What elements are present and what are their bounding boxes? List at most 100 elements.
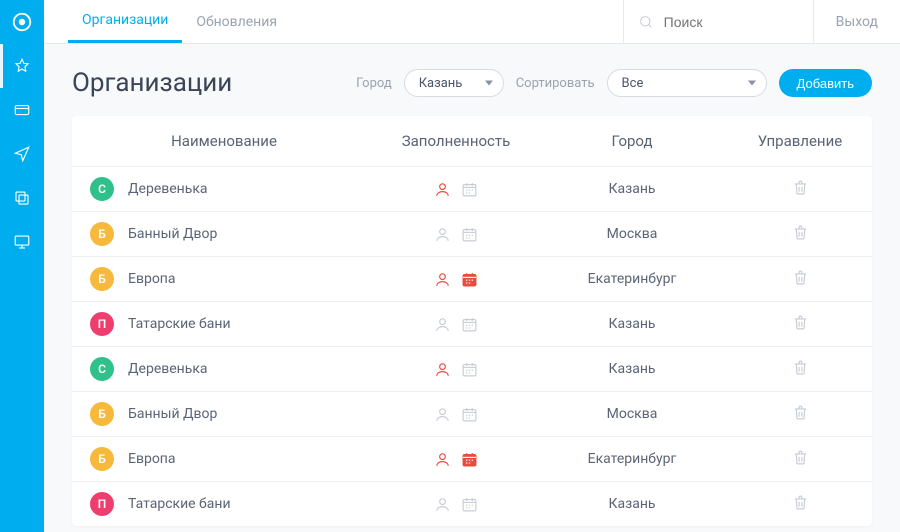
fill-status	[386, 361, 526, 378]
org-badge: Б	[90, 222, 114, 246]
fill-status	[386, 496, 526, 513]
person-icon	[434, 496, 451, 513]
calendar-icon	[461, 451, 478, 468]
org-badge: П	[90, 492, 114, 516]
org-name[interactable]: Европа	[128, 451, 176, 467]
trash-icon	[792, 224, 809, 241]
city-select[interactable]: Казань	[404, 69, 504, 97]
sidebar-item-star[interactable]	[0, 44, 44, 88]
fill-status	[386, 451, 526, 468]
person-icon	[434, 181, 451, 198]
table-row: Б Европа Екатеринбург	[72, 437, 872, 482]
card-icon	[13, 101, 31, 119]
org-badge: П	[90, 312, 114, 336]
table-row: С Деревенька Казань	[72, 347, 872, 392]
person-icon	[434, 271, 451, 288]
org-city: Казань	[536, 347, 728, 392]
fill-status	[386, 316, 526, 333]
organizations-table: Наименование Заполненность Город Управле…	[72, 116, 872, 526]
org-city: Москва	[536, 212, 728, 257]
main-content: Организации Обновления Выход Организации…	[44, 0, 900, 532]
copy-icon	[13, 189, 31, 207]
table-header-actions: Управление	[728, 116, 872, 167]
person-icon	[434, 451, 451, 468]
page-header: Организации Город Казань Сортировать Все…	[44, 44, 900, 116]
table-header-city: Город	[536, 116, 728, 167]
org-city: Екатеринбург	[536, 257, 728, 302]
fill-status	[386, 406, 526, 423]
delete-button[interactable]	[792, 319, 809, 335]
person-icon	[434, 316, 451, 333]
delete-button[interactable]	[792, 409, 809, 425]
fill-status	[386, 181, 526, 198]
sidebar	[0, 0, 44, 532]
logout-button[interactable]: Выход	[813, 0, 900, 43]
org-name[interactable]: Деревенька	[128, 181, 208, 197]
person-icon	[434, 361, 451, 378]
add-button[interactable]: Добавить	[779, 69, 872, 97]
trash-icon	[792, 179, 809, 196]
table-row: П Татарские бани Казань	[72, 482, 872, 527]
org-city: Казань	[536, 167, 728, 212]
city-filter-label: Город	[356, 76, 392, 91]
sort-select[interactable]: Все	[607, 69, 767, 97]
app-logo	[0, 0, 44, 44]
sidebar-item-copy[interactable]	[0, 176, 44, 220]
trash-icon	[792, 269, 809, 286]
tab-organizations[interactable]: Организации	[68, 0, 182, 43]
org-name[interactable]: Татарские бани	[128, 316, 231, 332]
org-city: Екатеринбург	[536, 437, 728, 482]
fill-status	[386, 271, 526, 288]
table-row: Б Банный Двор Москва	[72, 392, 872, 437]
table-card: Наименование Заполненность Город Управле…	[72, 116, 872, 526]
search-input[interactable]	[664, 14, 784, 30]
org-badge: С	[90, 177, 114, 201]
fill-status	[386, 226, 526, 243]
trash-icon	[792, 494, 809, 511]
trash-icon	[792, 314, 809, 331]
delete-button[interactable]	[792, 229, 809, 245]
delete-button[interactable]	[792, 184, 809, 200]
trash-icon	[792, 359, 809, 376]
org-badge: С	[90, 357, 114, 381]
table-row: Б Европа Екатеринбург	[72, 257, 872, 302]
monitor-icon	[13, 233, 31, 251]
table-row: П Татарские бани Казань	[72, 302, 872, 347]
tab-updates[interactable]: Обновления	[182, 0, 291, 43]
person-icon	[434, 226, 451, 243]
org-badge: Б	[90, 402, 114, 426]
page-title: Организации	[72, 68, 232, 98]
calendar-icon	[461, 271, 478, 288]
org-name[interactable]: Европа	[128, 271, 176, 287]
sidebar-item-card[interactable]	[0, 88, 44, 132]
star-icon	[13, 57, 31, 75]
search-icon	[638, 14, 654, 30]
send-icon	[13, 145, 31, 163]
org-badge: Б	[90, 267, 114, 291]
org-name[interactable]: Банный Двор	[128, 406, 217, 422]
sidebar-item-send[interactable]	[0, 132, 44, 176]
org-city: Казань	[536, 482, 728, 527]
delete-button[interactable]	[792, 364, 809, 380]
calendar-icon	[461, 316, 478, 333]
sidebar-item-monitor[interactable]	[0, 220, 44, 264]
delete-button[interactable]	[792, 499, 809, 515]
sort-filter-label: Сортировать	[516, 76, 595, 91]
delete-button[interactable]	[792, 274, 809, 290]
table-row: С Деревенька Казань	[72, 167, 872, 212]
calendar-icon	[461, 181, 478, 198]
search-container	[623, 0, 813, 43]
calendar-icon	[461, 406, 478, 423]
org-name[interactable]: Деревенька	[128, 361, 208, 377]
tabs: Организации Обновления	[44, 0, 291, 43]
table-header-fill: Заполненность	[376, 116, 536, 167]
org-name[interactable]: Банный Двор	[128, 226, 217, 242]
delete-button[interactable]	[792, 454, 809, 470]
org-name[interactable]: Татарские бани	[128, 496, 231, 512]
org-city: Казань	[536, 302, 728, 347]
person-icon	[434, 406, 451, 423]
trash-icon	[792, 404, 809, 421]
topbar: Организации Обновления Выход	[44, 0, 900, 44]
trash-icon	[792, 449, 809, 466]
table-header-name: Наименование	[72, 116, 376, 167]
